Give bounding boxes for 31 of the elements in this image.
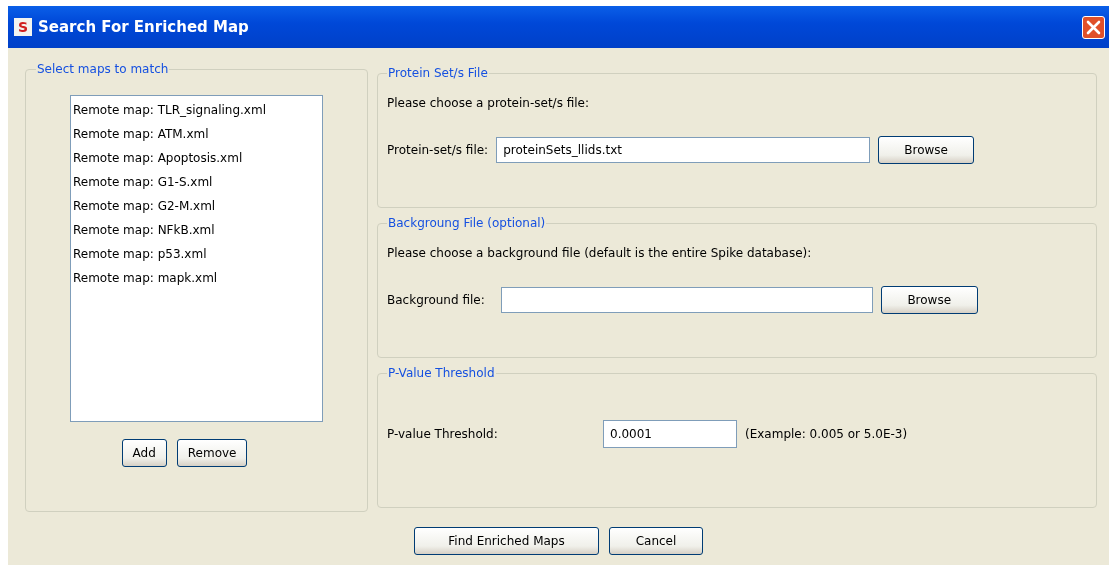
action-button[interactable]: Remove <box>176 439 248 467</box>
input-field[interactable]: proteinSets_llids.txt <box>496 137 871 163</box>
group-title: P-Value Threshold <box>387 366 496 380</box>
prompt-text: Please choose a protein-set/s file: <box>387 96 590 110</box>
list-item[interactable]: Remote map: ATM.xml <box>72 122 321 146</box>
list-item[interactable]: Remote map: p53.xml <box>72 242 321 266</box>
field-label: Background file: <box>387 293 485 307</box>
group-title: Protein Set/s File <box>387 66 489 80</box>
list-item[interactable]: Remote map: G1-S.xml <box>72 170 321 194</box>
app-logo: S <box>14 18 32 36</box>
input-field[interactable]: 0.0001 <box>603 420 737 448</box>
prompt-text: Please choose a background file (default is the entire Spike database): <box>387 246 813 260</box>
field-label: P-value Threshold: <box>387 427 499 441</box>
close-icon <box>1086 19 1101 35</box>
group-title: Select maps to match <box>36 62 170 76</box>
action-button[interactable]: Find Enriched Maps <box>414 527 599 555</box>
group-title: Backgroung File (optional) <box>387 216 547 230</box>
list-item[interactable]: Remote map: TLR_signaling.xml <box>72 98 321 122</box>
action-button[interactable]: Cancel <box>609 527 703 555</box>
close-button[interactable] <box>1082 15 1105 39</box>
list-item[interactable]: Remote map: NFkB.xml <box>72 218 321 242</box>
list-item[interactable]: Remote map: Apoptosis.xml <box>72 146 321 170</box>
action-button[interactable]: Add <box>121 439 167 467</box>
input-field[interactable] <box>500 287 873 313</box>
list-item[interactable]: Remote map: mapk.xml <box>72 266 321 290</box>
list-item[interactable]: Remote map: G2-M.xml <box>72 194 321 218</box>
field-label: Protein-set/s file: <box>387 143 489 157</box>
window-title: Search For Enriched Map <box>38 18 250 36</box>
browse-button[interactable]: Browse <box>880 286 978 314</box>
hint-text: (Example: 0.005 or 5.0E-3) <box>745 427 909 441</box>
browse-button[interactable]: Browse <box>878 136 975 164</box>
